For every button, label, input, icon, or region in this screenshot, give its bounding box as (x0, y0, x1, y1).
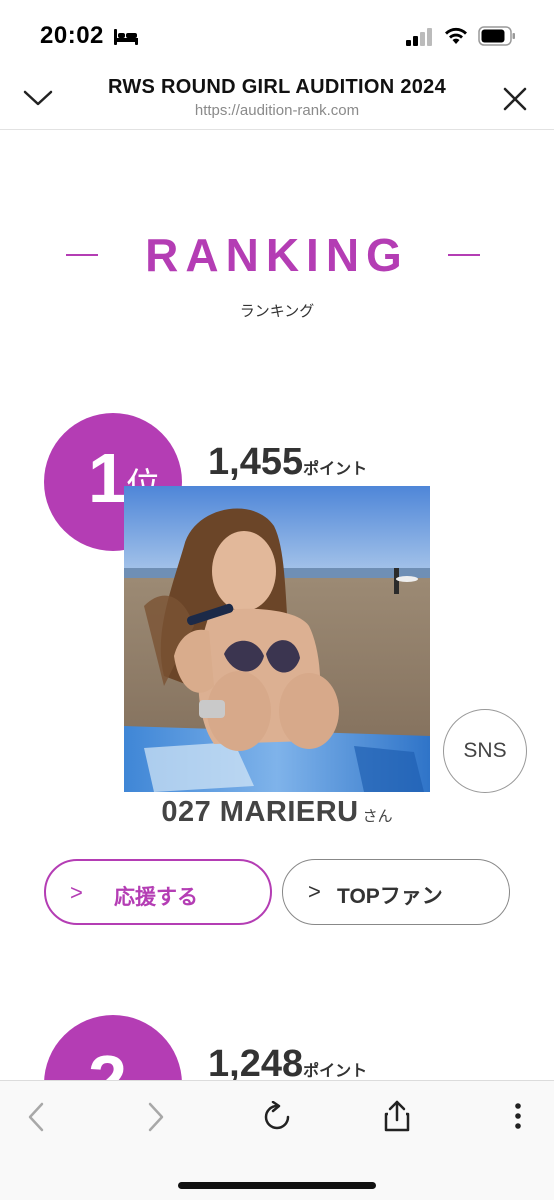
page-url: https://audition-rank.com (194, 102, 360, 119)
forward-arrow-icon[interactable] (144, 1101, 168, 1133)
signal-icon (406, 28, 432, 46)
chevron-right-icon: > (308, 879, 321, 904)
status-bar: 20:02 (0, 0, 554, 70)
browser-header: RWS ROUND GIRL AUDITION 2024 https://aud… (0, 70, 554, 130)
points-unit: ポイント (303, 461, 368, 478)
top-fan-button[interactable]: > TOPファン (282, 859, 510, 925)
status-time: 20:02 (40, 22, 104, 49)
bed-icon (114, 29, 138, 45)
chevron-right-icon: > (70, 880, 83, 905)
points-display: 1,455ポイント (208, 441, 367, 484)
top-fan-label: TOPファン (337, 885, 443, 908)
entrant-photo[interactable] (124, 486, 430, 792)
page-title: RWS ROUND GIRL AUDITION 2024 (107, 76, 447, 98)
chevron-down-icon[interactable] (22, 86, 54, 110)
support-button[interactable]: > 応援する (44, 859, 272, 925)
battery-icon (478, 26, 515, 46)
heading-divider-right (448, 254, 480, 256)
more-menu-icon[interactable] (512, 1101, 524, 1133)
points-unit: ポイント (303, 1063, 368, 1080)
reload-icon[interactable] (262, 1101, 292, 1133)
back-arrow-icon[interactable] (24, 1101, 48, 1133)
entrant-honorific: さん (362, 808, 393, 825)
entrant-label: 027 MARIERU さん (0, 796, 554, 829)
support-label: 応援する (114, 886, 198, 909)
rank-number: 1 (88, 439, 127, 517)
points-value: 1,455 (208, 441, 304, 483)
wifi-icon (445, 27, 467, 44)
home-indicator (178, 1182, 376, 1189)
section-subtitle: ランキング (239, 303, 315, 320)
entrant-name[interactable]: 027 MARIERU (161, 796, 358, 828)
points-value: 1,248 (208, 1043, 304, 1085)
close-icon[interactable] (500, 84, 530, 114)
share-icon[interactable] (383, 1099, 411, 1133)
sns-button[interactable]: SNS (443, 709, 527, 793)
